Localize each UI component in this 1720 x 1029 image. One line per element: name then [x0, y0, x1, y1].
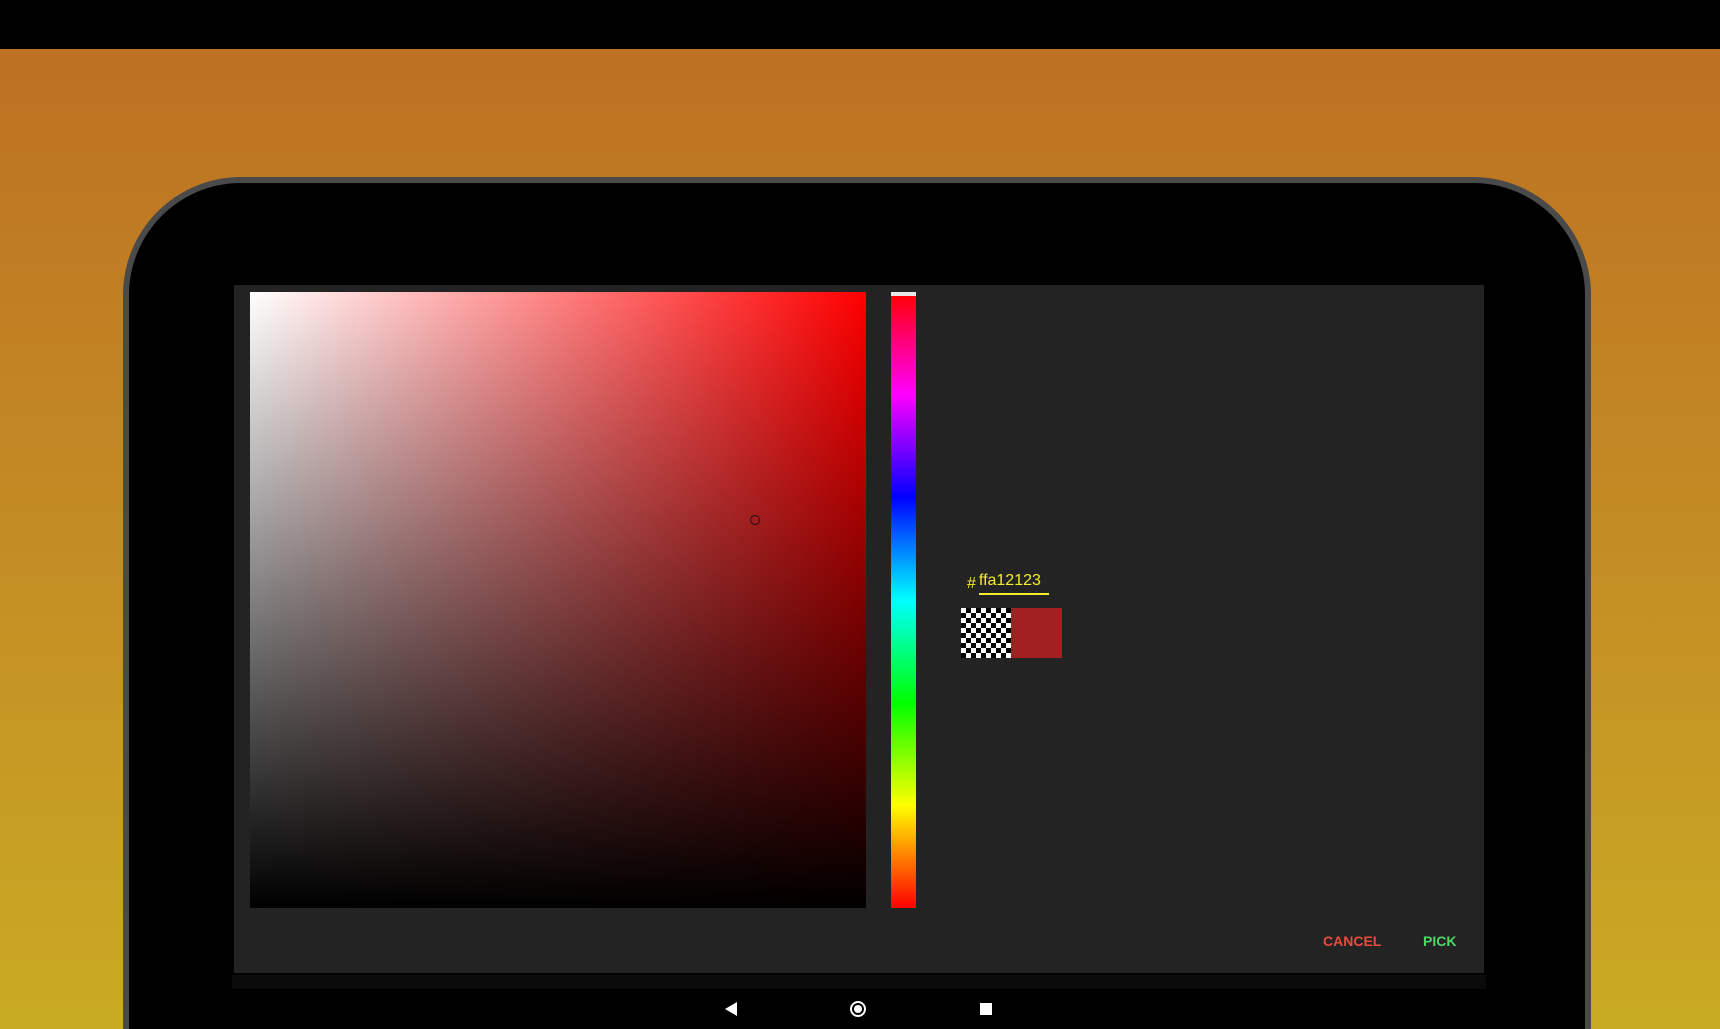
color-picker-dialog: # CANCEL PICK	[234, 285, 1484, 973]
hue-slider[interactable]	[891, 292, 916, 908]
recents-button[interactable]	[966, 989, 1006, 1029]
hue-slider-handle[interactable]	[891, 292, 916, 296]
back-button[interactable]	[711, 989, 751, 1029]
color-preview	[961, 608, 1062, 658]
hex-input[interactable]	[978, 569, 1049, 595]
navigation-bar	[0, 989, 1720, 1029]
hex-input-row: #	[967, 567, 1049, 595]
pick-button[interactable]: PICK	[1423, 933, 1456, 949]
saturation-value-plane[interactable]	[250, 292, 866, 908]
wallpaper: # CANCEL PICK	[0, 0, 1720, 1029]
cancel-button[interactable]: CANCEL	[1323, 933, 1381, 949]
back-triangle-icon	[725, 1002, 737, 1016]
transparency-checker-swatch	[961, 608, 1011, 658]
selected-color-swatch	[1011, 608, 1062, 658]
home-circle-icon	[850, 1001, 866, 1017]
home-button[interactable]	[838, 989, 878, 1029]
nav-divider	[232, 975, 1486, 989]
sv-selector-cursor[interactable]	[750, 514, 761, 525]
status-bar	[0, 0, 1720, 49]
recents-square-icon	[980, 1003, 992, 1015]
hex-prefix: #	[967, 575, 976, 592]
